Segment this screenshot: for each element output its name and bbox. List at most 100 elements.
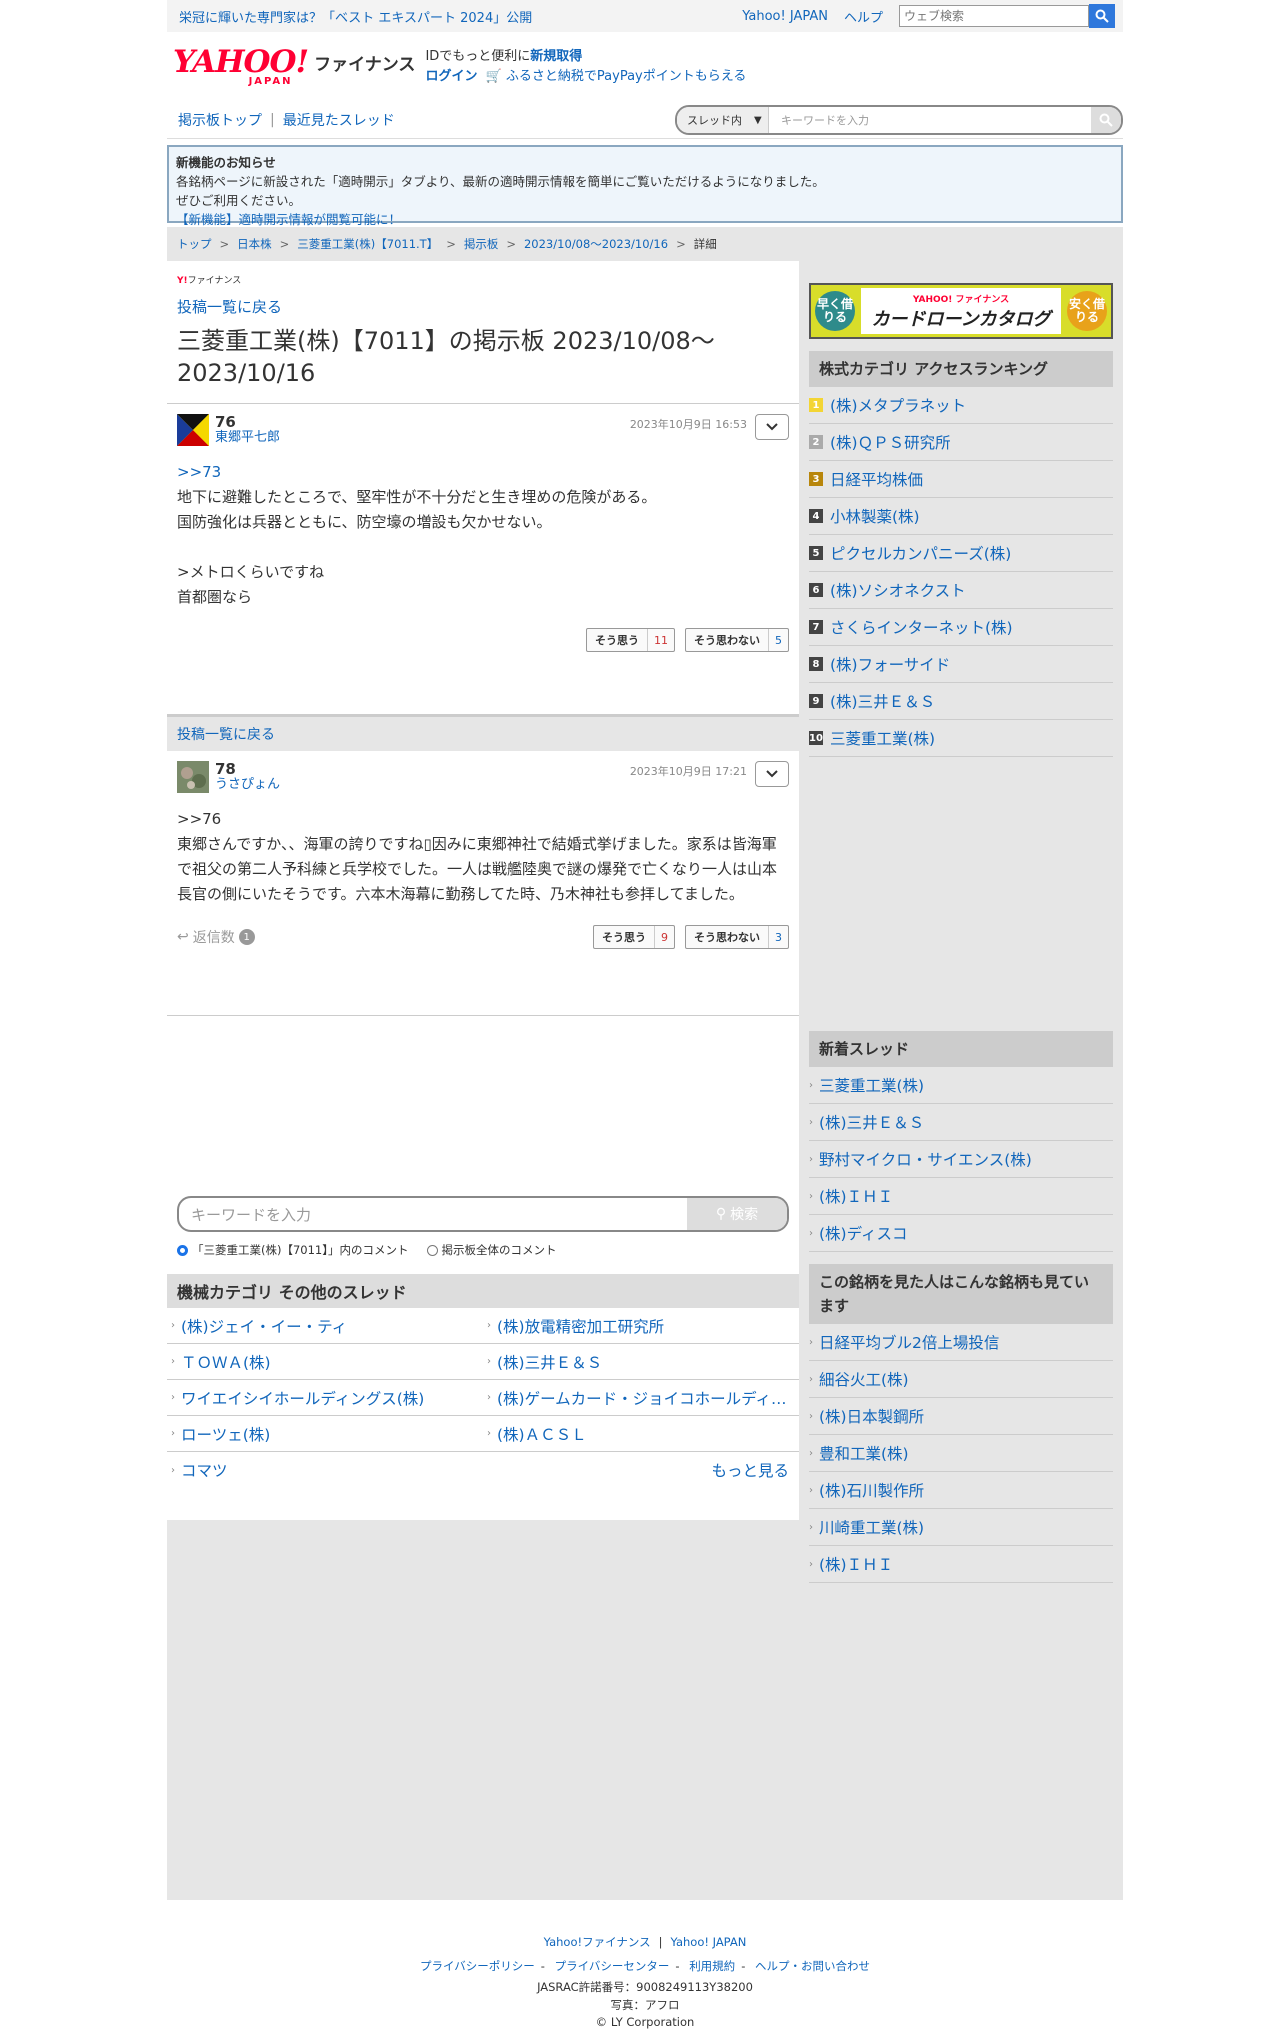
ranking-item[interactable]: 8 (株)フォーサイド: [809, 646, 1113, 683]
keyword-search-button[interactable]: ⚲ 検索: [687, 1198, 787, 1230]
ranking-item[interactable]: 2 (株)ＱＰＳ研究所: [809, 424, 1113, 461]
post-user[interactable]: 東郷平七郎: [215, 430, 280, 446]
other-thread-item[interactable]: › (株)放電精密加工研究所: [483, 1308, 799, 1344]
register-link[interactable]: 新規取得: [530, 49, 582, 64]
login-link[interactable]: ログイン: [425, 69, 477, 84]
more-label: もっと見る: [711, 1462, 789, 1480]
crumb-stock[interactable]: 三菱重工業(株)【7011.T】: [297, 236, 438, 252]
rank-badge: 1: [809, 398, 823, 412]
recent-threads-link[interactable]: 最近見たスレッド: [283, 110, 395, 130]
also-viewed-item[interactable]: › (株)ＩＨＩ: [809, 1546, 1113, 1583]
disagree-button[interactable]: そう思わない 5: [685, 628, 789, 652]
ranking-item[interactable]: 1 (株)メタプラネット: [809, 387, 1113, 424]
footer-yahoo-link[interactable]: Yahoo! JAPAN: [671, 1935, 747, 1949]
arrow-icon: ›: [171, 1464, 175, 1476]
arrow-icon: ›: [809, 1153, 813, 1165]
ranking-item[interactable]: 10 三菱重工業(株): [809, 720, 1113, 757]
post-menu-button[interactable]: [755, 761, 789, 787]
cart-icon: 🛒: [485, 69, 502, 84]
other-thread-item[interactable]: › (株)ゲームカード・ジョイコホールディングス: [483, 1380, 799, 1416]
also-viewed-item[interactable]: › 豊和工業(株): [809, 1435, 1113, 1472]
arrow-icon: ›: [809, 1227, 813, 1239]
also-viewed-item[interactable]: › (株)石川製作所: [809, 1472, 1113, 1509]
post-number: 78: [215, 760, 236, 778]
finance-mini-logo: Y!ファイナンス: [177, 276, 242, 286]
crumb-board[interactable]: 掲示板: [464, 236, 499, 252]
agree-button[interactable]: そう思う 9: [593, 925, 675, 949]
new-thread-item[interactable]: › 野村マイクロ・サイエンス(株): [809, 1141, 1113, 1178]
other-thread-item[interactable]: › ローツェ(株): [167, 1416, 483, 1452]
privacy-policy-link[interactable]: プライバシーポリシー: [420, 1959, 535, 1973]
radio-on-icon: [177, 1245, 188, 1256]
furusato-link[interactable]: ふるさと納税でPayPayポイントもらえる: [506, 69, 746, 84]
help-link[interactable]: ヘルプ: [844, 7, 883, 26]
footer-finance-link[interactable]: Yahoo!ファイナンス: [544, 1935, 651, 1949]
caret-down-icon: ▼: [754, 114, 762, 126]
ranking-item[interactable]: 4 小林製薬(株): [809, 498, 1113, 535]
also-viewed-item[interactable]: › 細谷火工(株): [809, 1361, 1113, 1398]
arrow-icon: ›: [809, 1116, 813, 1128]
other-thread-item[interactable]: › コマツ: [167, 1452, 483, 1488]
terms-link[interactable]: 利用規約: [689, 1959, 735, 1973]
thread-search-button[interactable]: [1091, 107, 1121, 133]
new-thread-item[interactable]: › (株)三井Ｅ＆Ｓ: [809, 1104, 1113, 1141]
new-thread-label: (株)ＩＨＩ: [819, 1188, 894, 1206]
crumb-period[interactable]: 2023/10/08〜2023/10/16: [524, 236, 668, 252]
radio-thread[interactable]: 「三菱重工業(株)【7011】」内のコメント: [177, 1242, 409, 1258]
new-thread-item[interactable]: › 三菱重工業(株): [809, 1067, 1113, 1104]
also-viewed-item[interactable]: › (株)日本製鋼所: [809, 1398, 1113, 1435]
promo-link[interactable]: 栄冠に輝いた専門家は？「ベスト エキスパート 2024」公開: [167, 7, 742, 26]
disagree-button[interactable]: そう思わない 3: [685, 925, 789, 949]
card-loan-ad[interactable]: 早く借りる YAHOO! ファイナンス カードローンカタログ 安く借りる: [809, 283, 1113, 339]
yahoo-logo[interactable]: YAHOO! JAPAN: [173, 47, 309, 87]
other-thread-item[interactable]: › ワイエイシイホールディングス(株): [167, 1380, 483, 1416]
crumb-separator: >: [676, 237, 686, 251]
ranking-item[interactable]: 9 (株)三井Ｅ＆Ｓ: [809, 683, 1113, 720]
keyword-input[interactable]: キーワードを入力: [179, 1198, 687, 1230]
crumb-separator: >: [279, 237, 290, 251]
arrow-icon: ›: [809, 1190, 813, 1202]
privacy-center-link[interactable]: プライバシーセンター: [555, 1959, 670, 1973]
other-thread-item[interactable]: › (株)三井Ｅ＆Ｓ: [483, 1344, 799, 1380]
agree-button[interactable]: そう思う 11: [586, 628, 675, 652]
agree-label: そう思う: [595, 634, 639, 647]
back-to-list-link[interactable]: 投稿一覧に戻る: [167, 286, 799, 317]
avatar[interactable]: [177, 414, 209, 446]
post-user[interactable]: うさぴょん: [215, 777, 280, 793]
ranking-item[interactable]: 5 ピクセルカンパニーズ(株): [809, 535, 1113, 572]
new-thread-item[interactable]: › (株)ディスコ: [809, 1215, 1113, 1252]
ranking-item[interactable]: 6 (株)ソシオネクスト: [809, 572, 1113, 609]
ad-left-badge: 早く借りる: [815, 291, 855, 331]
help-contact-link[interactable]: ヘルプ・お問い合わせ: [755, 1959, 870, 1973]
other-thread-item[interactable]: › ＴＯＷＡ(株): [167, 1344, 483, 1380]
reply-count-button[interactable]: ↩ 返信数 1: [177, 927, 255, 947]
crumb-japan-stocks[interactable]: 日本株: [237, 236, 272, 252]
back-to-list-bar[interactable]: 投稿一覧に戻る: [167, 715, 799, 751]
ad-center: YAHOO! ファイナンス カードローンカタログ: [861, 288, 1061, 334]
web-search-button[interactable]: [1089, 4, 1115, 28]
breadcrumb: トップ > 日本株 > 三菱重工業(株)【7011.T】 > 掲示板 > 2023/10…: [167, 227, 1123, 261]
other-thread-item[interactable]: › (株)ジェイ・イー・ティ: [167, 1308, 483, 1344]
ranking-item[interactable]: 7 さくらインターネット(株): [809, 609, 1113, 646]
also-viewed-item[interactable]: › 日経平均ブル2倍上場投信: [809, 1324, 1113, 1361]
also-viewed-label: 豊和工業(株): [819, 1445, 909, 1463]
avatar[interactable]: [177, 761, 209, 793]
also-viewed-item[interactable]: › 川崎重工業(株): [809, 1509, 1113, 1546]
finance-brand[interactable]: ファイナンス: [314, 50, 415, 75]
more-link[interactable]: もっと見る: [483, 1452, 799, 1488]
thread-search-input[interactable]: キーワードを入力: [769, 112, 1091, 128]
ranking-item[interactable]: 3 日経平均株価: [809, 461, 1113, 498]
post-menu-button[interactable]: [755, 414, 789, 440]
crumb-top[interactable]: トップ: [177, 236, 212, 252]
reply-to-link[interactable]: >>73: [177, 460, 789, 485]
other-thread-item[interactable]: › (株)ＡＣＳＬ: [483, 1416, 799, 1452]
scope-select[interactable]: スレッド内 ▼: [677, 107, 769, 133]
new-thread-item[interactable]: › (株)ＩＨＩ: [809, 1178, 1113, 1215]
board-top-link[interactable]: 掲示板トップ: [178, 110, 262, 130]
footer: Yahoo!ファイナンス | Yahoo! JAPAN プライバシーポリシー - プラ…: [167, 1930, 1123, 2030]
radio-board[interactable]: 掲示板全体のコメント: [426, 1242, 557, 1258]
ranking-name: ピクセルカンパニーズ(株): [830, 545, 1012, 563]
web-search-input[interactable]: [899, 5, 1089, 27]
arrow-icon: ›: [809, 1521, 813, 1533]
yahoo-japan-link[interactable]: Yahoo! JAPAN: [742, 9, 828, 24]
